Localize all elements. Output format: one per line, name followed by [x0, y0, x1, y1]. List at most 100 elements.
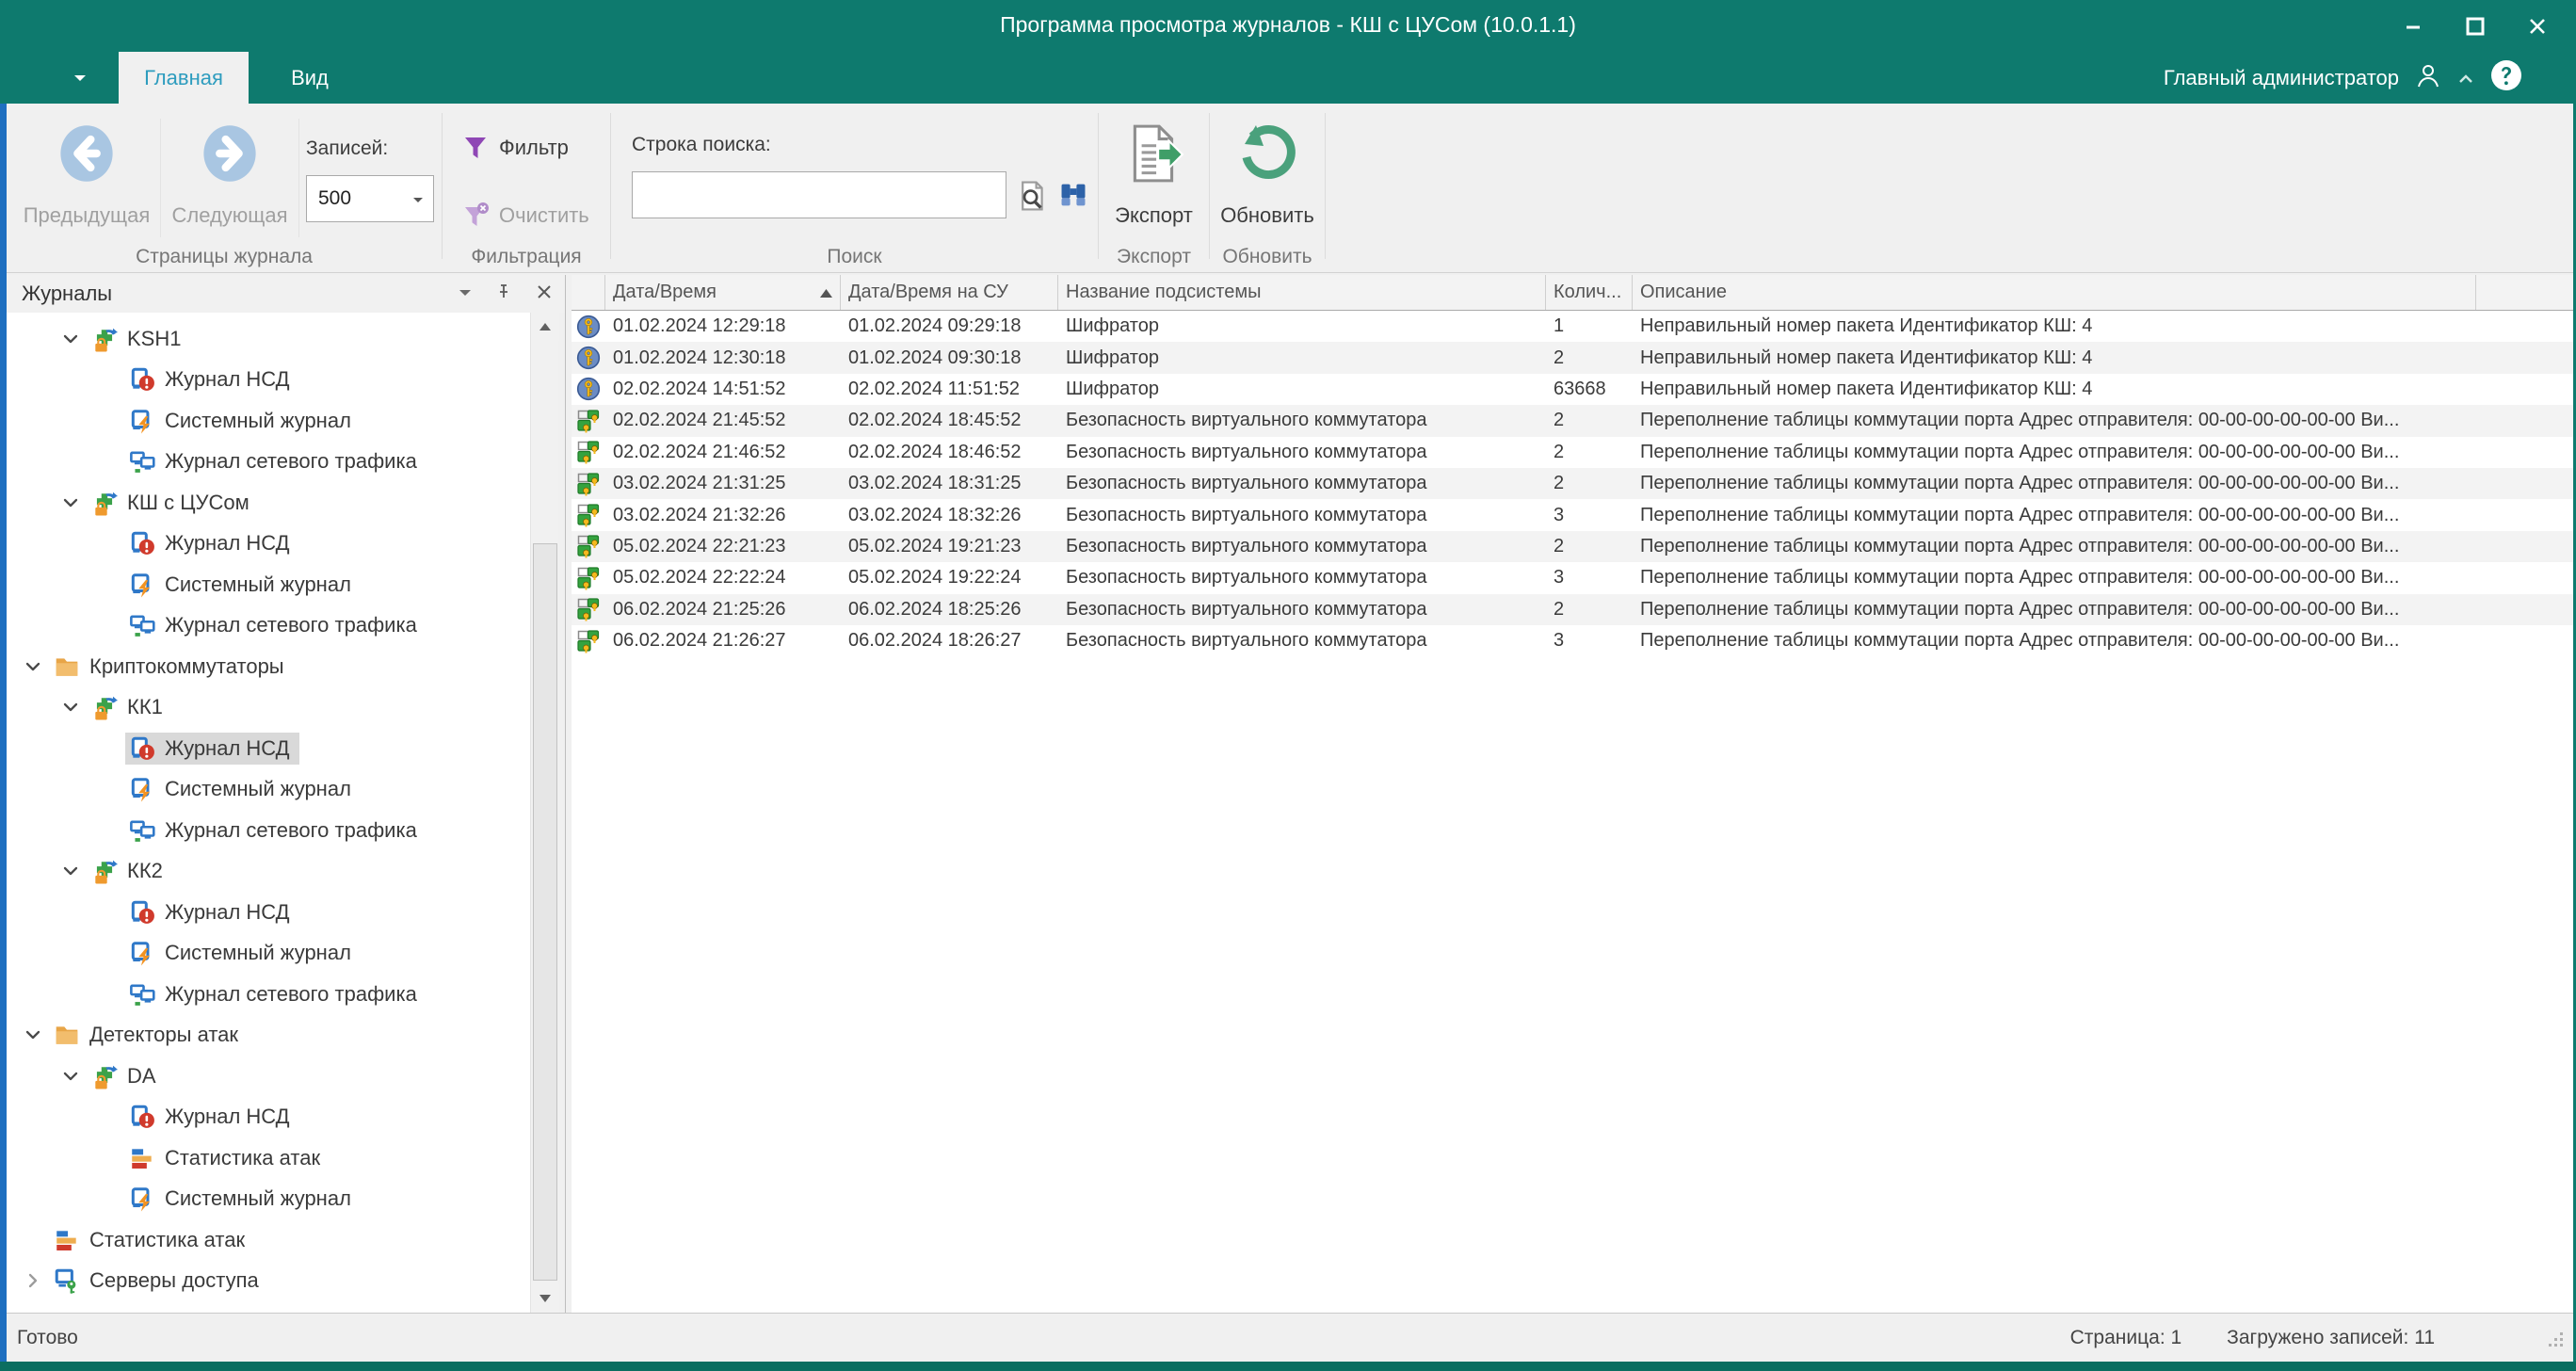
- tree-item[interactable]: Журнал сетевого трафика: [7, 810, 530, 851]
- app-menu-button[interactable]: [55, 52, 105, 104]
- previous-page-button[interactable]: Предыдущая: [16, 109, 157, 228]
- log-row[interactable]: 03.02.2024 21:32:2603.02.2024 18:32:26Бе…: [572, 499, 2573, 530]
- tree-item[interactable]: Журнал НСД: [7, 728, 530, 769]
- tree-item[interactable]: Журнал НСД: [7, 892, 530, 933]
- tree-item-body[interactable]: КШ с ЦУСом: [88, 487, 259, 519]
- column-header-icon[interactable]: [572, 275, 605, 310]
- tree-item-body[interactable]: Журнал сетевого трафика: [125, 445, 427, 477]
- scrollbar-thumb[interactable]: [533, 543, 557, 1281]
- scroll-up-button[interactable]: [531, 313, 559, 341]
- log-row[interactable]: 02.02.2024 14:51:5202.02.2024 11:51:52Ши…: [572, 374, 2573, 405]
- tree-item[interactable]: DA: [7, 1056, 530, 1097]
- tree-item-body[interactable]: Журнал НСД: [125, 733, 299, 765]
- tree-item[interactable]: Журнал сетевого трафика: [7, 605, 530, 647]
- tree-item[interactable]: Системный журнал: [7, 933, 530, 975]
- panel-splitter[interactable]: [565, 275, 566, 1313]
- tree-item-body[interactable]: Журнал сетевого трафика: [125, 815, 427, 847]
- column-header-cnt[interactable]: Колич...: [1546, 275, 1633, 310]
- tree-item-body[interactable]: Системный журнал: [125, 937, 361, 969]
- pin-icon[interactable]: [494, 282, 513, 306]
- tree-item-body[interactable]: КК1: [88, 691, 172, 723]
- tree-item[interactable]: КК1: [7, 687, 530, 729]
- tree-item-body[interactable]: Журнал сетевого трафика: [125, 978, 427, 1010]
- log-row[interactable]: 01.02.2024 12:30:1801.02.2024 09:30:18Ши…: [572, 342, 2573, 373]
- tree-item-body[interactable]: Детекторы атак: [50, 1019, 248, 1051]
- log-row[interactable]: 03.02.2024 21:31:2503.02.2024 18:31:25Бе…: [572, 468, 2573, 499]
- tree-item-body[interactable]: Системный журнал: [125, 405, 361, 437]
- column-header-sub[interactable]: Название подсистемы: [1058, 275, 1546, 310]
- log-row[interactable]: 05.02.2024 22:21:2305.02.2024 19:21:23Бе…: [572, 531, 2573, 562]
- user-icon[interactable]: [2414, 61, 2442, 95]
- filter-button[interactable]: Фильтр: [461, 134, 569, 162]
- tree-item[interactable]: Журнал сетевого трафика: [7, 974, 530, 1015]
- tree-item-body[interactable]: Статистика атак: [125, 1142, 330, 1174]
- scroll-down-button[interactable]: [531, 1284, 559, 1313]
- tree-item[interactable]: Системный журнал: [7, 769, 530, 811]
- tree-item[interactable]: Детекторы атак: [7, 1015, 530, 1056]
- log-row[interactable]: 05.02.2024 22:22:2405.02.2024 19:22:24Бе…: [572, 562, 2573, 593]
- tree-item-body[interactable]: Системный журнал: [125, 569, 361, 601]
- tree-item-body[interactable]: Системный журнал: [125, 773, 361, 805]
- tree-item-body[interactable]: Статистика атак: [50, 1224, 254, 1256]
- tree-item-body[interactable]: Системный журнал: [125, 1183, 361, 1215]
- tree-item[interactable]: Серверы доступа: [7, 1261, 530, 1302]
- tree-item[interactable]: Журнал сетевого трафика: [7, 442, 530, 483]
- tree-item-body[interactable]: KSH1: [88, 323, 190, 355]
- chevron-down-icon[interactable]: [16, 1025, 50, 1044]
- log-row[interactable]: 06.02.2024 21:25:2606.02.2024 18:25:26Бе…: [572, 594, 2573, 625]
- tree-item-body[interactable]: КК2: [88, 855, 172, 887]
- tree-item[interactable]: Статистика атак: [7, 1219, 530, 1261]
- log-row[interactable]: 06.02.2024 21:26:2706.02.2024 18:26:27Бе…: [572, 625, 2573, 656]
- panel-close-icon[interactable]: [536, 283, 553, 305]
- chevron-down-icon[interactable]: [54, 1067, 88, 1086]
- user-menu-caret-icon[interactable]: [2457, 66, 2474, 90]
- tree-item[interactable]: Системный журнал: [7, 1179, 530, 1220]
- close-button[interactable]: [2506, 0, 2568, 52]
- chevron-down-icon[interactable]: [16, 657, 50, 676]
- chevron-down-icon[interactable]: [54, 862, 88, 880]
- panel-position-dropdown[interactable]: [459, 285, 472, 302]
- tree-item[interactable]: Статистика атак: [7, 1137, 530, 1179]
- tree-item[interactable]: Системный журнал: [7, 564, 530, 605]
- search-in-document-button[interactable]: [1016, 179, 1050, 213]
- tree-item-body[interactable]: Журнал НСД: [125, 1101, 299, 1133]
- minimize-button[interactable]: [2382, 0, 2444, 52]
- tree-item[interactable]: Журнал НСД: [7, 524, 530, 565]
- tab-glavnaya[interactable]: Главная: [119, 52, 249, 104]
- tree-item-body[interactable]: Журнал НСД: [125, 527, 299, 559]
- tree-item[interactable]: KSH1: [7, 318, 530, 360]
- resize-grip[interactable]: [2548, 1331, 2565, 1354]
- tree-scrollbar[interactable]: [530, 313, 558, 1313]
- tree-item-body[interactable]: Журнал сетевого трафика: [125, 609, 427, 641]
- chevron-down-icon[interactable]: [54, 698, 88, 717]
- tree-item-body[interactable]: Криптокоммутаторы: [50, 651, 294, 683]
- tree-item[interactable]: КШ с ЦУСом: [7, 482, 530, 524]
- tree-item[interactable]: КК2: [7, 851, 530, 893]
- clear-filter-button[interactable]: Очистить: [461, 202, 589, 230]
- export-button[interactable]: Экспорт: [1099, 109, 1209, 228]
- search-input[interactable]: [632, 171, 1006, 218]
- maximize-button[interactable]: [2444, 0, 2506, 52]
- records-combobox[interactable]: 500: [306, 175, 434, 222]
- next-page-button[interactable]: Следующая: [165, 109, 295, 228]
- tab-vid[interactable]: Вид: [249, 52, 371, 104]
- help-button[interactable]: [2489, 58, 2523, 98]
- log-row[interactable]: 02.02.2024 21:45:5202.02.2024 18:45:52Бе…: [572, 405, 2573, 436]
- tree-item-body[interactable]: Серверы доступа: [50, 1265, 268, 1297]
- refresh-button[interactable]: Обновить: [1210, 109, 1325, 228]
- column-header-desc[interactable]: Описание: [1633, 275, 2476, 310]
- column-header-dtsu[interactable]: Дата/Время на СУ: [841, 275, 1058, 310]
- tree-item-body[interactable]: Журнал НСД: [125, 896, 299, 928]
- tree-item-body[interactable]: DA: [88, 1060, 166, 1092]
- chevron-right-icon[interactable]: [16, 1271, 50, 1290]
- log-row[interactable]: 01.02.2024 12:29:1801.02.2024 09:29:18Ши…: [572, 311, 2573, 342]
- tree-item[interactable]: Журнал НСД: [7, 1097, 530, 1138]
- tree-item[interactable]: Журнал НСД: [7, 360, 530, 401]
- find-button[interactable]: [1057, 179, 1089, 211]
- tree-item[interactable]: Системный журнал: [7, 400, 530, 442]
- log-row[interactable]: 02.02.2024 21:46:5202.02.2024 18:46:52Бе…: [572, 437, 2573, 468]
- chevron-down-icon[interactable]: [54, 330, 88, 348]
- chevron-down-icon[interactable]: [54, 493, 88, 512]
- tree-item-body[interactable]: Журнал НСД: [125, 363, 299, 395]
- column-header-dt[interactable]: Дата/Время: [605, 275, 841, 310]
